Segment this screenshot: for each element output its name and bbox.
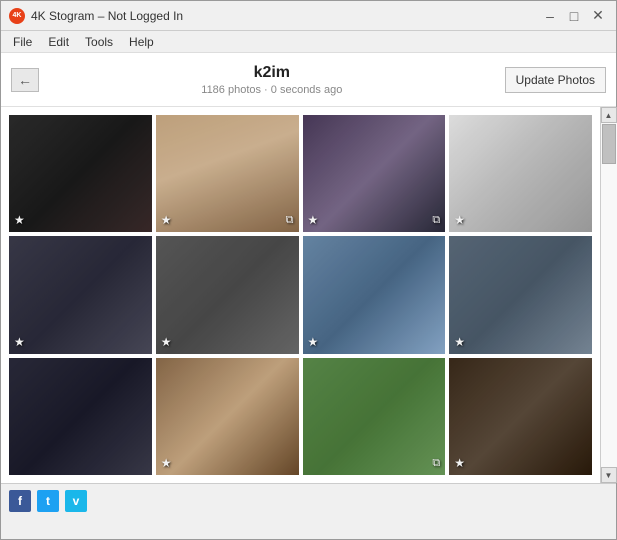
photo-cell-6[interactable]: ★ — [156, 236, 299, 353]
scrollbar-thumb[interactable] — [602, 124, 616, 164]
menu-edit[interactable]: Edit — [40, 33, 77, 51]
badge-icon-3: ⧉ — [432, 214, 440, 227]
photo-cell-12[interactable]: ★ — [449, 358, 592, 475]
menu-help[interactable]: Help — [121, 33, 162, 51]
photo-grid: ★ ★ ⧉ ★ ⧉ ★ ★ ★ ★ ★ ★ ⧉ — [1, 107, 600, 483]
photo-cell-2[interactable]: ★ ⧉ — [156, 115, 299, 232]
star-icon-6: ★ — [161, 335, 172, 349]
twitter-icon: t — [46, 494, 50, 508]
star-icon-7: ★ — [308, 335, 319, 349]
photo-cell-11[interactable]: ⧉ — [303, 358, 446, 475]
star-icon-8: ★ — [454, 335, 465, 349]
main-content: ★ ★ ⧉ ★ ⧉ ★ ★ ★ ★ ★ ★ ⧉ — [1, 107, 616, 483]
window-controls: – □ ✕ — [540, 6, 608, 26]
star-icon-12: ★ — [454, 456, 465, 470]
star-icon-4: ★ — [454, 213, 465, 227]
profile-subtitle: 1186 photos · 0 seconds ago — [39, 84, 505, 96]
photo-cell-5[interactable]: ★ — [9, 236, 152, 353]
profile-info: k2im 1186 photos · 0 seconds ago — [39, 64, 505, 96]
menu-file[interactable]: File — [5, 33, 40, 51]
profile-header: ← k2im 1186 photos · 0 seconds ago Updat… — [1, 53, 616, 107]
facebook-button[interactable]: f — [9, 490, 31, 512]
minimize-button[interactable]: – — [540, 6, 560, 26]
scrollbar: ▲ ▼ — [600, 107, 616, 483]
facebook-icon: f — [18, 494, 22, 508]
app-icon: 4K — [9, 8, 25, 24]
star-icon-2: ★ — [161, 213, 172, 227]
photo-cell-8[interactable]: ★ — [449, 236, 592, 353]
update-photos-button[interactable]: Update Photos — [505, 67, 606, 93]
scrollbar-track[interactable] — [601, 123, 617, 467]
photo-cell-9[interactable] — [9, 358, 152, 475]
star-icon-1: ★ — [14, 213, 25, 227]
maximize-button[interactable]: □ — [564, 6, 584, 26]
badge-icon-11: ⧉ — [432, 457, 440, 470]
photo-cell-4[interactable]: ★ — [449, 115, 592, 232]
bottom-toolbar: f t v — [1, 483, 616, 517]
photo-cell-3[interactable]: ★ ⧉ — [303, 115, 446, 232]
window-title: 4K Stogram – Not Logged In — [31, 9, 540, 23]
star-icon-5: ★ — [14, 335, 25, 349]
scroll-down-button[interactable]: ▼ — [601, 467, 617, 483]
photo-cell-7[interactable]: ★ — [303, 236, 446, 353]
vimeo-button[interactable]: v — [65, 490, 87, 512]
back-button[interactable]: ← — [11, 68, 39, 92]
menu-bar: File Edit Tools Help — [1, 31, 616, 53]
menu-tools[interactable]: Tools — [77, 33, 121, 51]
photo-cell-10[interactable]: ★ — [156, 358, 299, 475]
photo-cell-1[interactable]: ★ — [9, 115, 152, 232]
title-bar: 4K 4K Stogram – Not Logged In – □ ✕ — [1, 1, 616, 31]
badge-icon-2: ⧉ — [286, 214, 294, 227]
twitter-button[interactable]: t — [37, 490, 59, 512]
profile-username: k2im — [39, 64, 505, 82]
scroll-up-button[interactable]: ▲ — [601, 107, 617, 123]
close-button[interactable]: ✕ — [588, 6, 608, 26]
vimeo-icon: v — [73, 494, 80, 508]
star-icon-3: ★ — [308, 213, 319, 227]
star-icon-10: ★ — [161, 456, 172, 470]
